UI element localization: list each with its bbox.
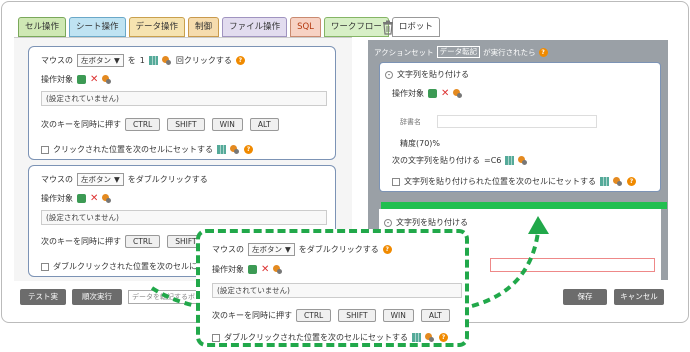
drag-arrow-icon — [150, 216, 549, 308]
